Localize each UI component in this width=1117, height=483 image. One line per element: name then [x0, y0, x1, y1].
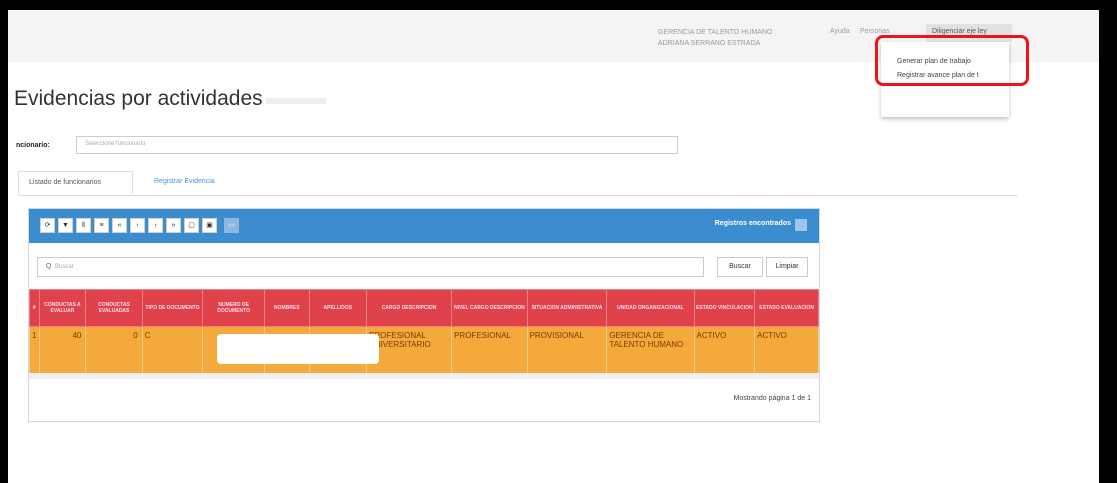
- search-icon: Q: [46, 263, 52, 270]
- clear-button[interactable]: Limpiar: [766, 257, 808, 277]
- last-page-icon[interactable]: »: [166, 218, 181, 233]
- export-icon[interactable]: ▣: [202, 218, 217, 233]
- prev-page-icon[interactable]: ‹: [130, 218, 145, 233]
- user-name: ADRIANA SERRANO ESTRADA: [658, 40, 761, 47]
- table-header-row: # CONDUCTAS A EVALUAR CONDUCTAS EVALUADAS T…: [29, 289, 819, 327]
- grid-toolbar: ⟳ ▼ ⦀ ≡ «‹ ›» ▢ ▣ ▭ Registros encontrados: [29, 209, 819, 243]
- tab-bar: Listado de funcionarios Registrar Eviden…: [18, 171, 1018, 196]
- column-header[interactable]: #: [29, 289, 40, 327]
- next-page-icon[interactable]: ›: [148, 218, 163, 233]
- table-cell: 0: [85, 326, 143, 376]
- table-row[interactable]: 1 40 0 C PROFESIONAL UNIVERSITARIO PROFESIONA…: [29, 326, 819, 376]
- table-cell: ACTIVO: [693, 326, 756, 376]
- column-header[interactable]: UNIDAD ORGANIZACIONAL: [606, 289, 695, 327]
- list-icon[interactable]: ≡: [94, 218, 109, 233]
- column-header[interactable]: NOMBRES: [263, 289, 310, 327]
- copy-icon[interactable]: ▢: [184, 218, 199, 233]
- nav-personal[interactable]: Personas: [860, 28, 890, 35]
- redacted-area: [217, 334, 379, 364]
- data-table: # CONDUCTAS A EVALUAR CONDUCTAS EVALUADAS T…: [29, 289, 819, 376]
- refresh-icon[interactable]: ⟳: [40, 218, 55, 233]
- table-cell: PROVISIONAL: [526, 326, 608, 376]
- column-header[interactable]: CONDUCTAS EVALUADAS: [85, 289, 143, 327]
- funcionario-select[interactable]: Seleccione funcionario: [76, 136, 678, 154]
- funcionario-label: ncionario:: [16, 142, 50, 149]
- funcionario-placeholder: Seleccione funcionario: [85, 141, 146, 147]
- search-placeholder: Buscar: [55, 264, 74, 270]
- grid-panel: ⟳ ▼ ⦀ ≡ «‹ ›» ▢ ▣ ▭ Registros encontrados Q Busc…: [28, 208, 820, 422]
- records-found-label: Registros encontrados: [714, 220, 791, 227]
- table-cell: ACTIVO: [754, 326, 819, 376]
- table-cell: C: [141, 326, 204, 376]
- table-cell: 40: [38, 326, 87, 376]
- tab-listado-funcionarios[interactable]: Listado de funcionarios: [18, 171, 133, 195]
- column-header[interactable]: APELLIDOS: [308, 289, 368, 327]
- highlight-annotation: [875, 35, 1029, 86]
- user-unit: GERENCIA DE TALENTO HUMANO: [658, 29, 773, 36]
- tab-registrar-evidencia[interactable]: Registrar Evidencia: [144, 171, 225, 195]
- nav-help[interactable]: Ayuda: [830, 28, 850, 35]
- column-header[interactable]: ESTADO VINCULACION: [693, 289, 756, 327]
- column-header[interactable]: CARGO DESCRIPCION: [366, 289, 453, 327]
- grid-search-input[interactable]: Q Buscar: [37, 257, 704, 277]
- table-cell: PROFESIONAL: [451, 326, 528, 376]
- first-page-icon[interactable]: «: [112, 218, 127, 233]
- horizontal-scrollbar[interactable]: [29, 373, 819, 379]
- right-border: [1099, 10, 1117, 483]
- table-cell: GERENCIA DE TALENTO HUMANO: [606, 326, 695, 376]
- column-header[interactable]: TIPO DE DOCUMENTO: [141, 289, 204, 327]
- filter-icon[interactable]: ▼: [58, 218, 73, 233]
- columns-icon[interactable]: ⦀: [76, 218, 91, 233]
- column-header[interactable]: NIVEL CARGO DESCRIPCION: [451, 289, 528, 327]
- nav-menu-active-label: Diligenciar eje ley: [932, 28, 987, 35]
- pagination-info: Mostrando página 1 de 1: [733, 395, 811, 402]
- table-cell: PROFESIONAL UNIVERSITARIO: [366, 326, 453, 376]
- table-cell: 1: [29, 326, 40, 376]
- column-header[interactable]: ESTADO EVALUACION: [754, 289, 819, 327]
- title-faint-mark: [266, 98, 326, 104]
- column-header[interactable]: NUMERO DE DOCUMENTO: [202, 289, 265, 327]
- user-info: GERENCIA DE TALENTO HUMANO ADRIANA SERRA…: [658, 27, 772, 49]
- column-header[interactable]: CONDUCTAS A EVALUAR: [38, 289, 87, 327]
- records-toggle-icon[interactable]: [795, 219, 807, 231]
- app-frame: GERENCIA DE TALENTO HUMANO ADRIANA SERRA…: [8, 10, 1099, 483]
- image-icon[interactable]: ▭: [224, 218, 239, 233]
- column-header[interactable]: SITUACION ADMINISTRATIVA: [526, 289, 608, 327]
- search-button[interactable]: Buscar: [717, 257, 763, 277]
- page-title: Evidencias por actividades: [14, 87, 263, 110]
